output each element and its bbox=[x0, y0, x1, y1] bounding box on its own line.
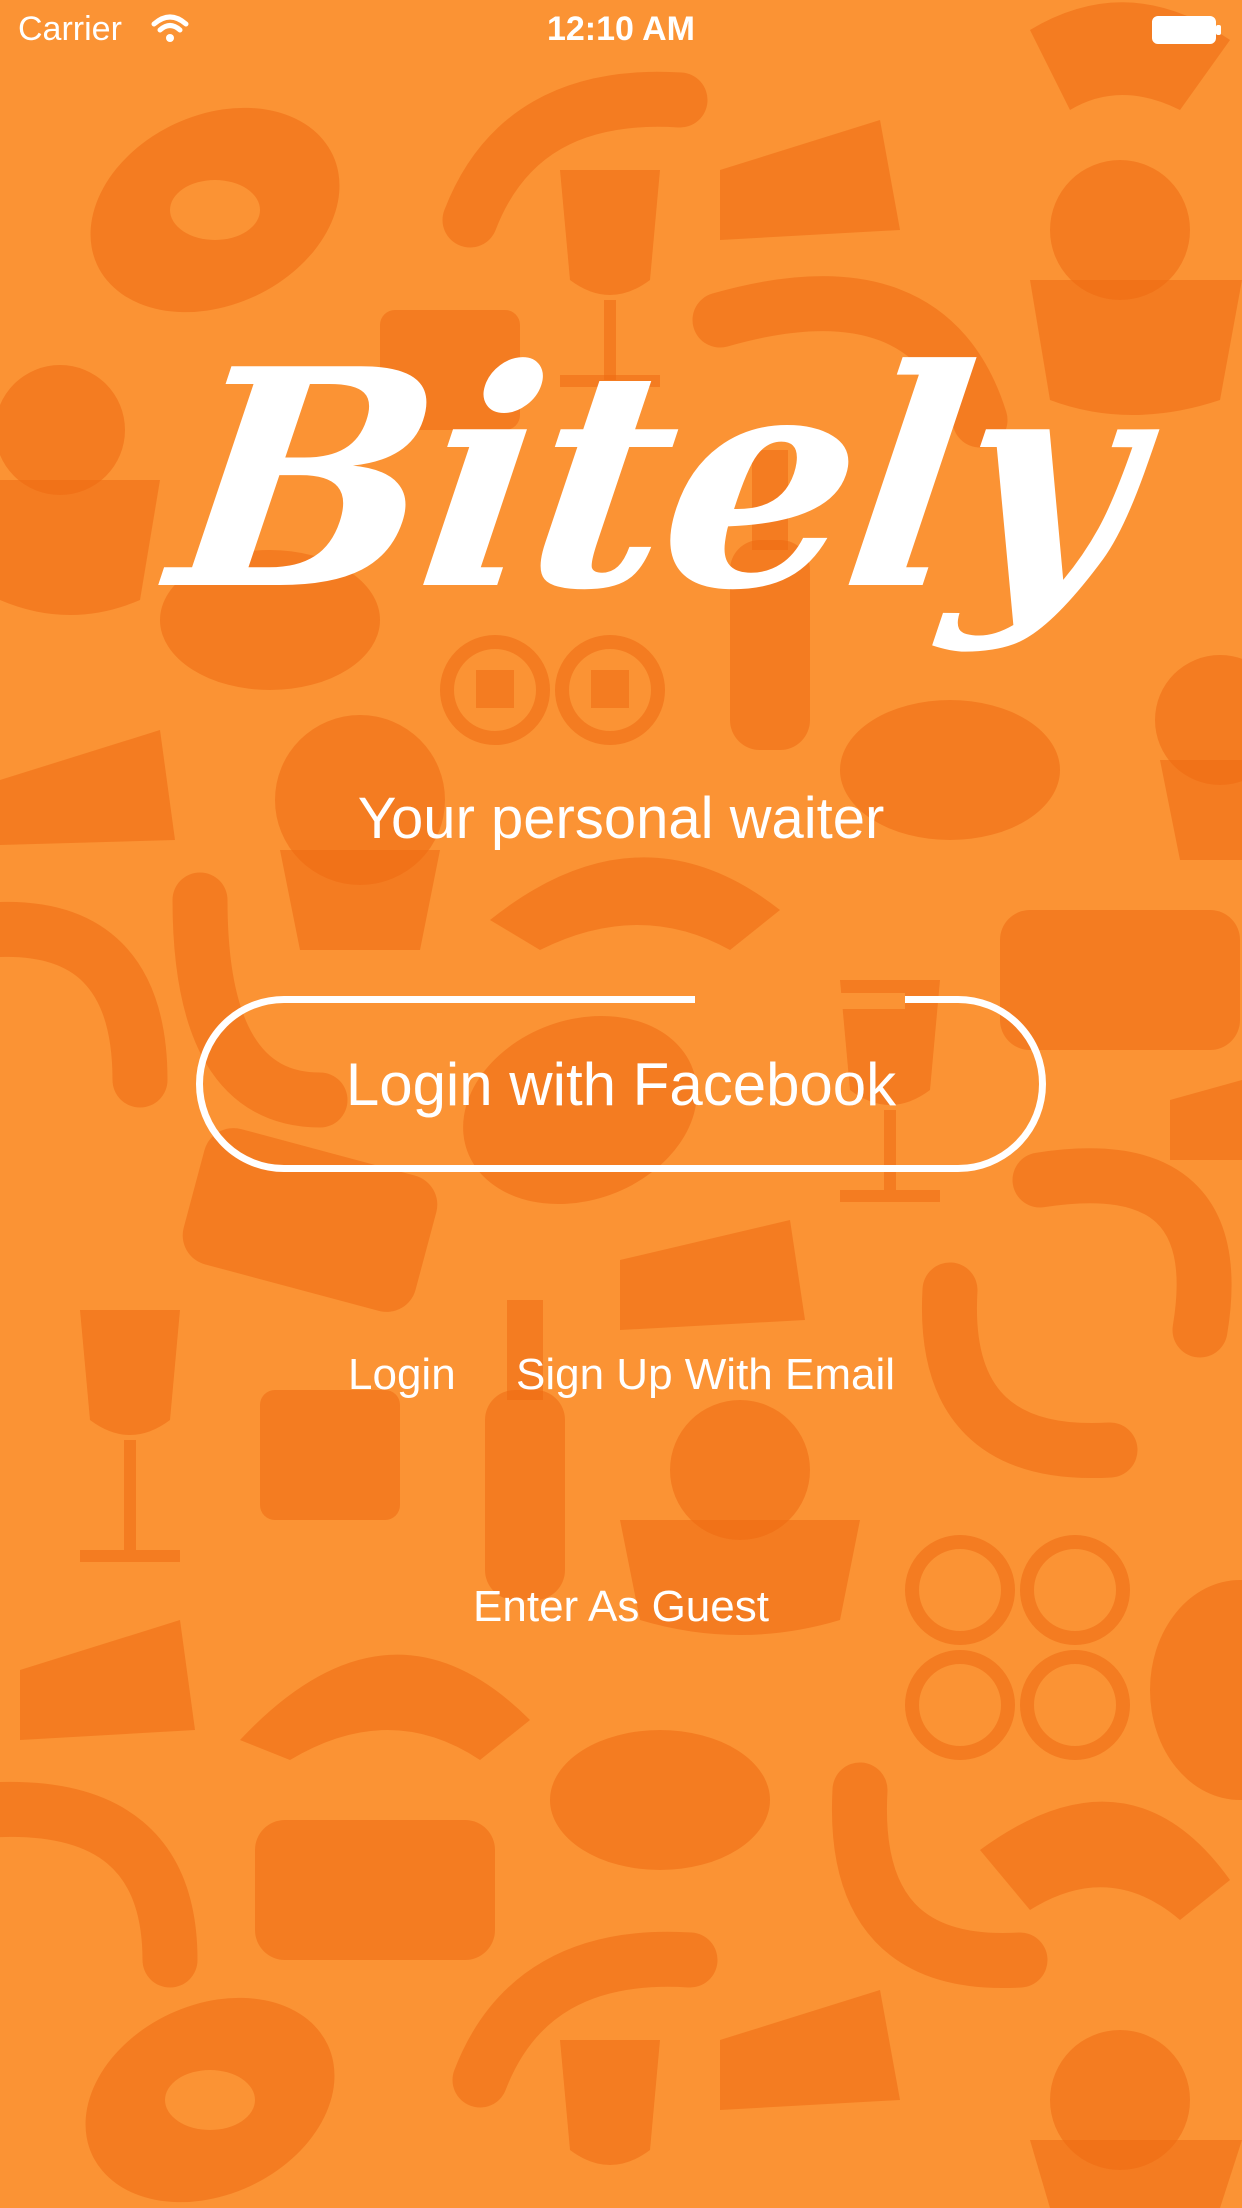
clock: 12:10 AM bbox=[546, 10, 696, 48]
status-bar: Carrier 12:10 AM bbox=[0, 0, 1242, 60]
steak-icon bbox=[85, 1997, 335, 2203]
cheese-icon bbox=[20, 1620, 195, 1740]
cheese-icon bbox=[720, 120, 900, 240]
cheese-icon bbox=[620, 1220, 805, 1330]
button-border-gap bbox=[695, 993, 905, 1009]
facebook-button-label: Login with Facebook bbox=[345, 1050, 897, 1118]
tagline: Your personal waiter bbox=[357, 786, 885, 851]
battery-icon bbox=[1152, 16, 1221, 44]
beer-bottle-icon bbox=[485, 1300, 565, 1600]
shrimp-icon bbox=[0, 1781, 198, 1988]
croissant-icon bbox=[980, 1801, 1230, 1920]
shrimp-icon bbox=[0, 901, 168, 1108]
sushi-icon bbox=[905, 1535, 1130, 1760]
croissant-icon bbox=[490, 857, 780, 950]
sign-up-with-email-link[interactable]: Sign Up With Email bbox=[516, 1350, 895, 1400]
wine-glass-icon bbox=[80, 1310, 180, 1562]
roast-chicken-icon bbox=[550, 1730, 770, 1870]
sausage-icon bbox=[831, 1762, 1048, 1989]
sushi-icon bbox=[1000, 910, 1240, 1050]
salad-bowl-icon bbox=[1030, 2030, 1242, 2208]
shrimp-icon bbox=[1012, 1148, 1232, 1358]
wine-glass-icon bbox=[560, 2040, 660, 2165]
app-logo: Bitely bbox=[155, 300, 1154, 740]
login-with-facebook-button[interactable]: Login with Facebook bbox=[196, 993, 1046, 1172]
cheese-icon bbox=[1170, 1080, 1242, 1160]
login-link[interactable]: Login bbox=[348, 1350, 456, 1400]
salad-bowl-icon bbox=[0, 365, 160, 615]
croissant-icon bbox=[240, 1654, 530, 1760]
sushi-icon bbox=[255, 1820, 495, 1960]
auth-links: Login Sign Up With Email bbox=[0, 1350, 1242, 1420]
logo-wordmark: Bitely bbox=[155, 303, 1155, 656]
cheese-icon bbox=[720, 1990, 900, 2110]
enter-as-guest-link[interactable]: Enter As Guest bbox=[0, 1582, 1242, 1632]
